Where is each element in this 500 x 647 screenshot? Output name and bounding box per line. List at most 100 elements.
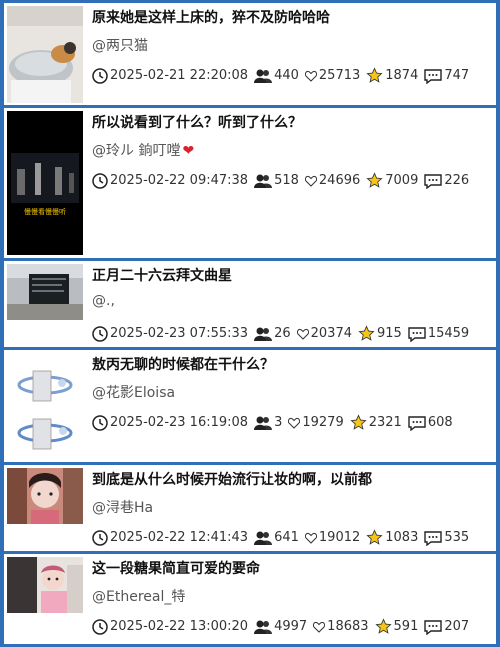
comments-stat[interactable]: 207 — [424, 619, 469, 635]
author-name[interactable]: @., — [92, 293, 115, 309]
star-icon[interactable] — [358, 325, 375, 342]
post-thumbnail[interactable]: 慢慢看慢慢听 — [7, 111, 83, 255]
comment-icon[interactable] — [424, 173, 443, 189]
post-title[interactable]: 这一段糖果简直可爱的要命 — [92, 558, 488, 578]
stars-stat[interactable]: 591 — [374, 618, 418, 635]
comments-count: 535 — [444, 529, 470, 545]
post-author[interactable]: @两只猫 — [92, 35, 148, 55]
comment-icon[interactable] — [408, 415, 426, 431]
post-title[interactable]: 原来她是这样上床的，猝不及防哈哈哈 — [92, 7, 488, 27]
post-author[interactable]: @花影Eloisa — [92, 382, 175, 402]
post-author[interactable]: @玲ル 銄叮嘡 ❤ — [92, 140, 194, 160]
star-icon[interactable] — [366, 529, 383, 546]
clock-icon — [92, 67, 108, 84]
likes-stat[interactable]: 24696 — [304, 173, 360, 189]
viewers-stat: 641 — [254, 530, 299, 546]
author-name[interactable]: @两只猫 — [92, 38, 148, 54]
post-time: 2025-02-23 16:19:08 — [110, 414, 249, 430]
viewers-stat: 4997 — [254, 619, 307, 635]
post-card[interactable]: 慢慢看慢慢听 所以说看到了什么？听到了什么？ @玲ル 銄叮嘡 ❤ 2025-02-… — [4, 108, 496, 258]
viewers-count: 4997 — [274, 618, 308, 634]
post-title[interactable]: 所以说看到了什么？听到了什么？ — [92, 112, 488, 132]
comments-stat[interactable]: 608 — [408, 415, 453, 431]
comment-icon[interactable] — [424, 619, 443, 635]
clock-icon — [92, 529, 108, 546]
comments-stat[interactable]: 15459 — [408, 326, 469, 342]
post-author[interactable]: @., — [92, 293, 115, 309]
post-card[interactable]: 正月二十六云拜文曲星 @., 2025-02-23 07:55:33 26 20… — [4, 261, 496, 347]
post-meta: 2025-02-22 12:41:43 641 19012 1083 535 — [92, 529, 475, 546]
comment-icon[interactable] — [424, 68, 443, 84]
post-meta: 2025-02-22 13:00:20 4997 18683 591 207 — [92, 618, 475, 635]
likes-stat[interactable]: 19279 — [288, 414, 344, 431]
post-thumbnail[interactable] — [7, 353, 83, 459]
stars-stat[interactable]: 2321 — [350, 414, 402, 431]
stars-stat[interactable]: 7009 — [366, 172, 418, 189]
post-title[interactable]: 正月二十六云拜文曲星 — [92, 265, 488, 285]
author-name[interactable]: @Ethereal_特 — [92, 589, 185, 605]
stars-stat[interactable]: 1874 — [366, 67, 418, 84]
comments-stat[interactable]: 747 — [424, 68, 469, 84]
post-meta: 2025-02-21 22:20:08 440 25713 1874 747 — [92, 67, 475, 84]
post-author[interactable]: @浔巷Ha — [92, 497, 153, 517]
star-icon[interactable] — [350, 414, 367, 431]
author-name[interactable]: @玲ル 銄叮嘡 — [92, 143, 180, 159]
post-meta: 2025-02-22 09:47:38 518 24696 7009 226 — [92, 172, 475, 189]
likes-stat[interactable]: 20374 — [296, 326, 352, 342]
heart-outline-icon[interactable] — [296, 328, 309, 340]
author-name[interactable]: @花影Eloisa — [92, 385, 175, 401]
viewers-count: 641 — [274, 529, 299, 545]
viewers-stat: 518 — [254, 173, 299, 189]
comment-icon[interactable] — [408, 326, 426, 342]
heart-outline-icon[interactable] — [304, 532, 317, 544]
post-card[interactable]: 到底是从什么时候开始流行让妆的啊，以前都 @浔巷Ha 2025-02-22 12… — [4, 465, 496, 551]
clock-icon — [92, 414, 108, 431]
clock-icon — [92, 172, 108, 189]
stars-stat[interactable]: 915 — [358, 325, 402, 342]
viewers-stat: 26 — [254, 326, 291, 342]
people-icon — [254, 174, 273, 188]
thumb-caption: 慢慢看慢慢听 — [24, 207, 66, 216]
likes-stat[interactable]: 25713 — [304, 68, 360, 84]
heart-icon: ❤ — [182, 143, 195, 159]
star-icon[interactable] — [374, 618, 392, 635]
heart-outline-icon[interactable] — [304, 70, 317, 82]
time-stat: 2025-02-23 07:55:33 — [92, 326, 248, 342]
post-thumbnail[interactable] — [7, 557, 83, 613]
post-card[interactable]: 敖丙无聊的时候都在干什么？ @花影Eloisa 2025-02-23 16:19… — [4, 350, 496, 462]
people-icon — [254, 620, 273, 634]
post-thumbnail[interactable] — [7, 264, 83, 320]
post-thumbnail[interactable] — [7, 6, 83, 103]
heart-outline-icon[interactable] — [304, 175, 317, 187]
stars-count: 1083 — [385, 529, 419, 545]
comment-icon[interactable] — [424, 530, 443, 546]
post-time: 2025-02-21 22:20:08 — [110, 67, 249, 83]
post-title[interactable]: 敖丙无聊的时候都在干什么？ — [92, 354, 488, 374]
post-card[interactable]: 原来她是这样上床的，猝不及防哈哈哈 @两只猫 2025-02-21 22:20:… — [4, 3, 496, 105]
star-icon[interactable] — [366, 172, 383, 189]
comments-stat[interactable]: 535 — [424, 530, 469, 546]
comments-count: 608 — [427, 414, 453, 430]
stars-count: 2321 — [368, 414, 402, 430]
heart-outline-icon[interactable] — [288, 417, 301, 429]
stars-stat[interactable]: 1083 — [366, 529, 418, 546]
likes-stat[interactable]: 18683 — [313, 618, 369, 635]
post-author[interactable]: @Ethereal_特 — [92, 586, 185, 606]
likes-stat[interactable]: 19012 — [304, 530, 360, 546]
comments-stat[interactable]: 226 — [424, 173, 469, 189]
post-card[interactable]: 这一段糖果简直可爱的要命 @Ethereal_特 2025-02-22 13:0… — [4, 554, 496, 644]
post-thumbnail[interactable] — [7, 468, 83, 524]
viewers-count: 26 — [274, 325, 291, 341]
clock-icon — [92, 325, 108, 342]
time-stat: 2025-02-21 22:20:08 — [92, 68, 248, 84]
people-icon — [254, 69, 273, 83]
post-title[interactable]: 到底是从什么时候开始流行让妆的啊，以前都 — [92, 469, 488, 489]
author-name[interactable]: @浔巷Ha — [92, 500, 153, 516]
likes-count: 19279 — [302, 414, 344, 430]
heart-outline-icon[interactable] — [313, 621, 326, 633]
time-stat: 2025-02-22 09:47:38 — [92, 173, 248, 189]
viewers-stat: 440 — [254, 68, 299, 84]
people-icon — [254, 327, 273, 341]
likes-count: 18683 — [327, 618, 369, 634]
star-icon[interactable] — [366, 67, 383, 84]
